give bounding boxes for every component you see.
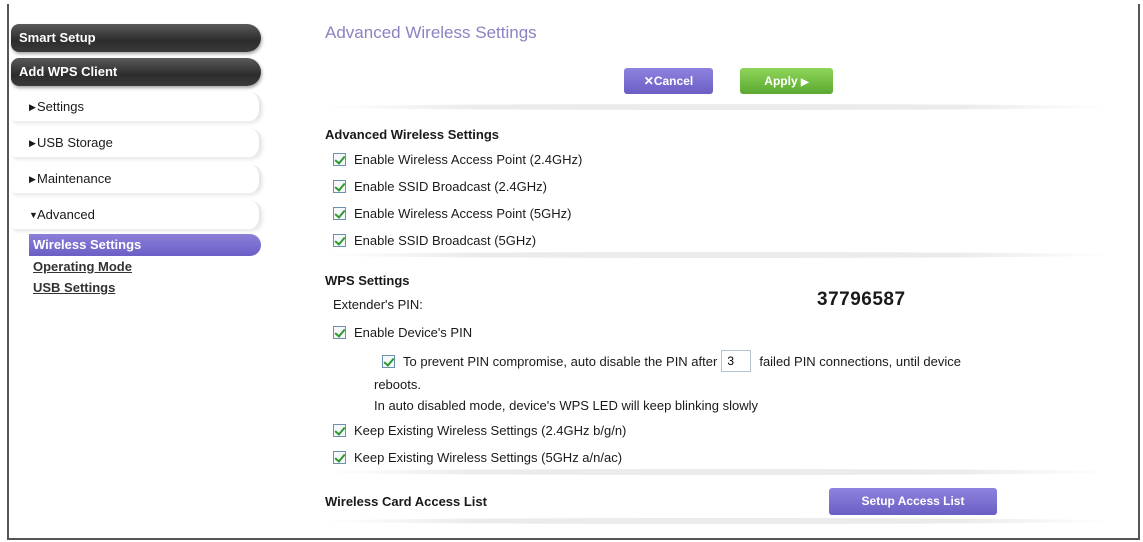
option-label: Enable Device's PIN <box>354 325 473 340</box>
cancel-label: Cancel <box>653 74 694 88</box>
sidebar-item-maintenance[interactable]: ▶ Maintenance <box>11 164 261 194</box>
triangle-right-icon: ▶ <box>29 102 36 112</box>
auto-disable-row: To prevent PIN compromise, auto disable … <box>382 350 961 372</box>
auto-disable-text-after: failed PIN connections, until device <box>759 353 961 369</box>
apply-label: Apply <box>764 74 798 88</box>
ssid-broadcast-24-checkbox[interactable] <box>333 180 346 193</box>
enable-ap-5-checkbox[interactable] <box>333 207 346 220</box>
triangle-right-icon: ▶ <box>29 174 36 184</box>
sidebar-item-label: Maintenance <box>37 171 112 186</box>
divider <box>318 518 1118 524</box>
sidebar-subitem-operating-mode[interactable]: Operating Mode <box>33 256 261 277</box>
ssid-broadcast-5-checkbox[interactable] <box>333 234 346 247</box>
divider <box>318 469 1118 475</box>
page-title: Advanced Wireless Settings <box>325 23 537 42</box>
option-row: Enable Wireless Access Point (2.4GHz) <box>333 152 582 167</box>
option-row: Enable Device's PIN <box>333 325 472 340</box>
pin-value: 37796587 <box>817 289 906 310</box>
option-row: Enable Wireless Access Point (5GHz) <box>333 206 571 221</box>
option-label: Keep Existing Wireless Settings (2.4GHz … <box>354 423 627 438</box>
divider <box>318 252 1118 258</box>
auto-disable-note: In auto disabled mode, device's WPS LED … <box>374 398 759 413</box>
setup-access-list-button[interactable]: Setup Access List <box>829 488 997 515</box>
sidebar-item-usb-storage[interactable]: ▶ USB Storage <box>11 128 261 158</box>
pin-label: Extender's PIN: <box>333 297 423 312</box>
enable-device-pin-checkbox[interactable] <box>333 326 346 339</box>
divider <box>318 104 1118 110</box>
sidebar: Smart Setup Add WPS Client ▶ Settings ▶ … <box>11 24 261 298</box>
auto-disable-pin-checkbox[interactable] <box>382 354 395 368</box>
access-list-label: Wireless Card Access List <box>325 494 487 509</box>
option-label: Enable Wireless Access Point (2.4GHz) <box>354 152 583 167</box>
option-row: Enable SSID Broadcast (2.4GHz) <box>333 179 547 194</box>
add-wps-client-button[interactable]: Add WPS Client <box>11 58 261 86</box>
close-icon: ✕ <box>643 74 654 88</box>
option-row: Keep Existing Wireless Settings (2.4GHz … <box>333 423 626 438</box>
cancel-button[interactable]: ✕Cancel <box>624 68 713 94</box>
option-label: Keep Existing Wireless Settings (5GHz a/… <box>354 450 623 465</box>
wps-section-heading: WPS Settings <box>325 273 410 288</box>
triangle-right-icon: ▶ <box>29 138 36 148</box>
advanced-section-heading: Advanced Wireless Settings <box>325 127 499 142</box>
apply-button[interactable]: Apply ▶ <box>740 68 833 94</box>
option-label: Enable Wireless Access Point (5GHz) <box>354 206 572 221</box>
option-label: Enable SSID Broadcast (2.4GHz) <box>354 179 547 194</box>
keep-settings-24-checkbox[interactable] <box>333 424 346 437</box>
triangle-down-icon: ▼ <box>29 210 38 220</box>
sidebar-item-label: Advanced <box>37 207 95 222</box>
sidebar-item-advanced[interactable]: ▼ Advanced <box>11 200 261 230</box>
option-row: Enable SSID Broadcast (5GHz) <box>333 233 536 248</box>
enable-ap-24-checkbox[interactable] <box>333 153 346 166</box>
auto-disable-text: To prevent PIN compromise, auto disable … <box>403 353 718 369</box>
play-arrow-icon: ▶ <box>800 77 809 88</box>
keep-settings-5-checkbox[interactable] <box>333 451 346 464</box>
sidebar-item-label: USB Storage <box>37 135 113 150</box>
smart-setup-button[interactable]: Smart Setup <box>11 24 261 52</box>
auto-disable-wrap: reboots. <box>374 377 421 392</box>
option-label: Enable SSID Broadcast (5GHz) <box>354 233 537 248</box>
failed-attempts-input[interactable] <box>721 350 752 372</box>
sidebar-item-label: Settings <box>37 99 84 114</box>
sidebar-subitem-usb-settings[interactable]: USB Settings <box>33 277 261 298</box>
sidebar-subitem-wireless-settings[interactable]: Wireless Settings <box>29 234 261 256</box>
sidebar-item-settings[interactable]: ▶ Settings <box>11 92 261 122</box>
option-row: Keep Existing Wireless Settings (5GHz a/… <box>333 450 622 465</box>
